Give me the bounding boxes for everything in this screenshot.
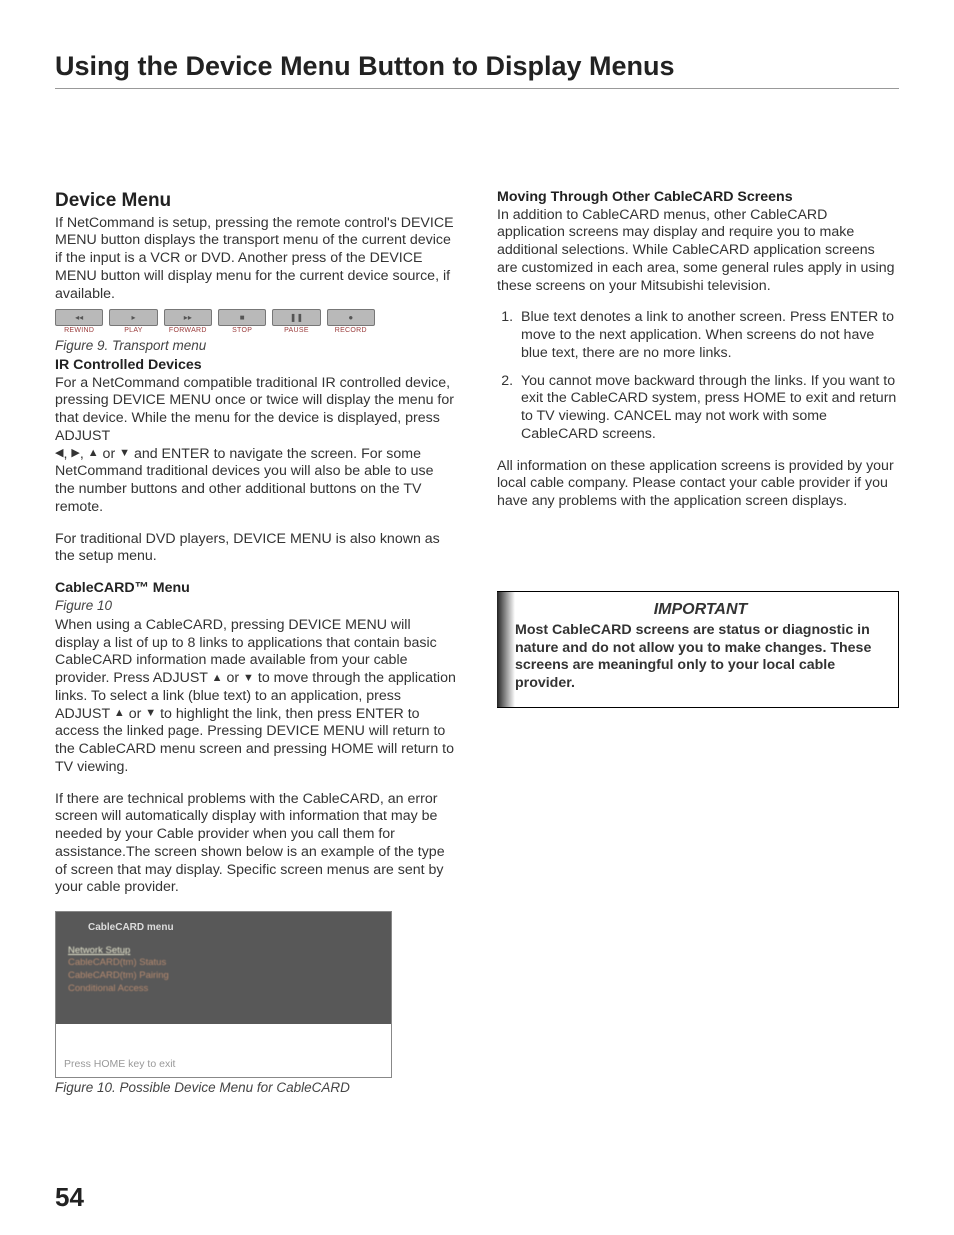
moving-through-list: Blue text denotes a link to another scre…: [497, 309, 899, 443]
ir-p1b: and ENTER to navigate the screen. For so…: [55, 446, 434, 515]
stop-label: STOP: [218, 327, 266, 336]
list-item-2: You cannot move backward through the lin…: [517, 373, 899, 444]
ir-devices-p1: For a NetCommand compatible traditional …: [55, 375, 457, 517]
down-arrow-icon: ▼: [119, 448, 130, 459]
record-icon: ●: [327, 309, 375, 326]
ccmenu-item-2: CableCARD(tm) Pairing: [68, 970, 379, 982]
figure-10-ref: Figure 10: [55, 598, 457, 615]
cablecard-p1: When using a CableCARD, pressing DEVICE …: [55, 617, 457, 777]
play-icon: ▸: [109, 309, 157, 326]
transport-menu-figure: ◂◂ REWIND ▸ PLAY ▸▸ FORWARD ■ STOP ❚❚ PA…: [55, 309, 375, 336]
ccmenu-item-0: Network Setup: [68, 945, 379, 957]
forward-label: FORWARD: [164, 327, 212, 336]
up-arrow-icon: ▲: [114, 708, 125, 719]
ccmenu-footer: Press HOME key to exit: [56, 1024, 391, 1077]
transport-rewind: ◂◂ REWIND: [55, 309, 103, 336]
moving-through-p1: In addition to CableCARD menus, other Ca…: [497, 207, 899, 296]
up-arrow-icon: ▲: [88, 448, 99, 459]
right-arrow-icon: ▶: [71, 448, 79, 459]
forward-icon: ▸▸: [164, 309, 212, 326]
pause-icon: ❚❚: [272, 309, 320, 326]
left-column: Device Menu If NetCommand is setup, pres…: [55, 189, 457, 1099]
record-label: RECORD: [327, 327, 375, 336]
moving-through-p2: All information on these application scr…: [497, 458, 899, 511]
figure-9-caption: Figure 9. Transport menu: [55, 338, 457, 355]
cablecard-p2: If there are technical problems with the…: [55, 791, 457, 898]
cablecard-menu-heading: CableCARD™ Menu: [55, 580, 457, 598]
left-arrow-icon: ◀: [55, 448, 63, 459]
play-label: PLAY: [109, 327, 157, 336]
transport-play: ▸ PLAY: [109, 309, 157, 336]
right-column: Moving Through Other CableCARD Screens I…: [497, 189, 899, 1099]
transport-forward: ▸▸ FORWARD: [164, 309, 212, 336]
down-arrow-icon: ▼: [145, 708, 156, 719]
page-number: 54: [55, 1181, 84, 1214]
important-body: Most CableCARD screens are status or dia…: [515, 622, 886, 693]
cablecard-menu-figure: CableCARD menu Network Setup CableCARD(t…: [55, 911, 392, 1078]
down-arrow-icon: ▼: [243, 673, 254, 684]
important-title: IMPORTANT: [515, 600, 886, 620]
up-arrow-icon: ▲: [212, 673, 223, 684]
important-box: IMPORTANT Most CableCARD screens are sta…: [497, 591, 899, 708]
transport-record: ● RECORD: [327, 309, 375, 336]
transport-pause: ❚❚ PAUSE: [272, 309, 320, 336]
stop-icon: ■: [218, 309, 266, 326]
rewind-icon: ◂◂: [55, 309, 103, 326]
ir-devices-heading: IR Controlled Devices: [55, 357, 457, 375]
pause-label: PAUSE: [272, 327, 320, 336]
page-title: Using the Device Menu Button to Display …: [55, 50, 899, 84]
ccmenu-item-3: Conditional Access: [68, 983, 379, 995]
ir-devices-p2: For traditional DVD players, DEVICE MENU…: [55, 531, 457, 567]
title-rule: [55, 88, 899, 89]
ccmenu-item-1: CableCARD(tm) Status: [68, 957, 379, 969]
rewind-label: REWIND: [55, 327, 103, 336]
moving-through-heading: Moving Through Other CableCARD Screens: [497, 189, 899, 207]
ccmenu-title: CableCARD menu: [88, 922, 379, 935]
device-menu-heading: Device Menu: [55, 189, 457, 213]
figure-10-caption: Figure 10. Possible Device Menu for Cabl…: [55, 1080, 457, 1097]
list-item-1: Blue text denotes a link to another scre…: [517, 309, 899, 362]
transport-stop: ■ STOP: [218, 309, 266, 336]
device-menu-intro: If NetCommand is setup, pressing the rem…: [55, 215, 457, 304]
ir-p1a: For a NetCommand compatible traditional …: [55, 375, 454, 444]
